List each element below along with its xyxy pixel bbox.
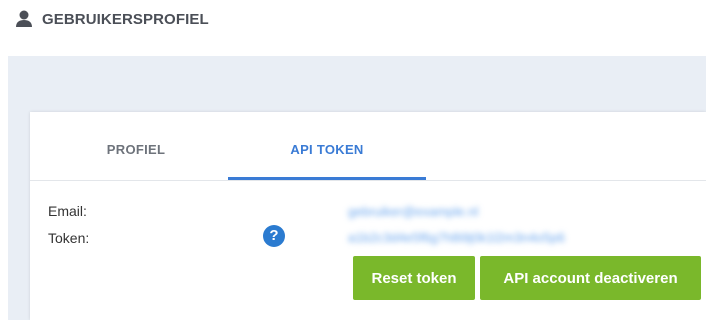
tab-bar: PROFIEL API TOKEN xyxy=(30,112,706,181)
user-icon xyxy=(16,10,32,27)
deactivate-api-account-button[interactable]: API account deactiveren xyxy=(480,256,701,300)
profile-card: PROFIEL API TOKEN Email: Token: ? gebrui… xyxy=(30,112,706,320)
page-header: GEBRUIKERSPROFIEL xyxy=(14,9,209,29)
reset-token-button[interactable]: Reset token xyxy=(353,256,475,300)
tab-profiel[interactable]: PROFIEL xyxy=(70,142,202,180)
token-label: Token: xyxy=(48,230,90,246)
tab-api-token[interactable]: API TOKEN xyxy=(228,142,426,180)
page-title: GEBRUIKERSPROFIEL xyxy=(42,10,209,28)
email-label: Email: xyxy=(48,203,87,219)
token-value: a1b2c3d4e5f6g7h8i9j0k1l2m3n4o5p6 xyxy=(348,230,565,245)
question-circle-icon[interactable]: ? xyxy=(263,225,285,247)
email-value: gebruiker@example.nl xyxy=(348,204,479,219)
